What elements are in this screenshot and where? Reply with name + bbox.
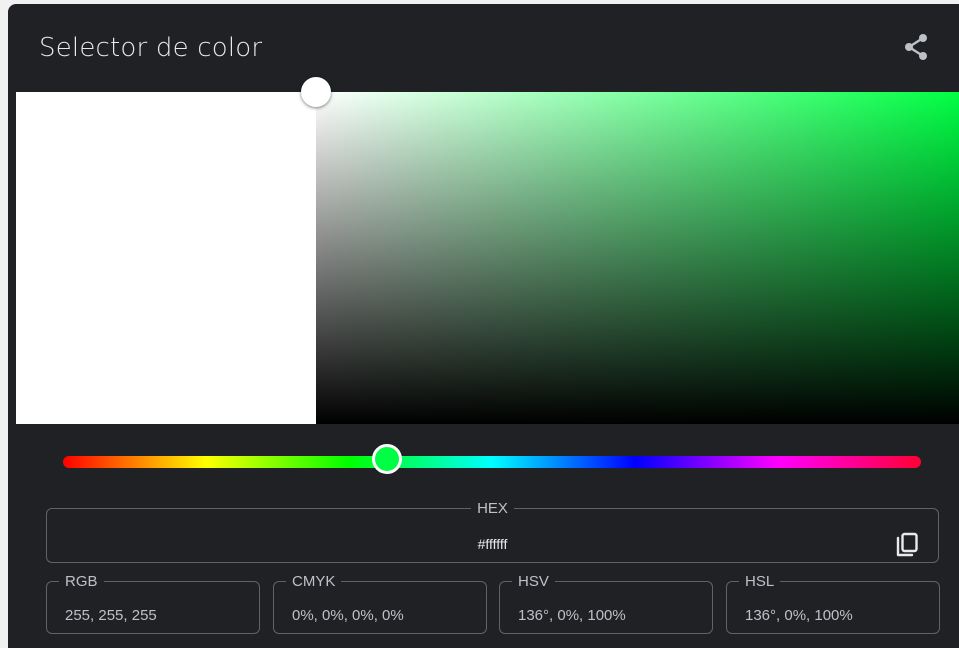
hsv-field[interactable]: HSV 136°, 0%, 100% <box>499 574 713 634</box>
rgb-field[interactable]: RGB 255, 255, 255 <box>46 574 260 634</box>
saturation-value-area[interactable] <box>316 92 959 424</box>
hsl-value[interactable]: 136°, 0%, 100% <box>745 607 853 624</box>
rgb-value[interactable]: 255, 255, 255 <box>65 607 157 624</box>
rgb-label: RGB <box>65 573 98 590</box>
hex-value[interactable]: #ffffff <box>47 536 938 552</box>
cmyk-value[interactable]: 0%, 0%, 0%, 0% <box>292 607 404 624</box>
hue-slider[interactable] <box>63 456 921 468</box>
widget-title: Selector de color <box>39 33 263 63</box>
hue-slider-handle[interactable] <box>372 444 402 474</box>
color-picker-card: Selector de color HEX #ffffff RGB 255, 2… <box>8 4 959 648</box>
hsv-value[interactable]: 136°, 0%, 100% <box>518 607 626 624</box>
hex-label: HEX <box>477 500 508 517</box>
cmyk-label: CMYK <box>292 573 336 590</box>
hsl-field[interactable]: HSL 136°, 0%, 100% <box>726 574 940 634</box>
hsv-label: HSV <box>518 573 549 590</box>
hex-field[interactable]: HEX #ffffff <box>46 501 939 563</box>
color-preview <box>16 92 316 424</box>
cmyk-field[interactable]: CMYK 0%, 0%, 0%, 0% <box>273 574 487 634</box>
copy-icon[interactable] <box>893 531 921 559</box>
hsl-label: HSL <box>745 573 775 590</box>
saturation-value-handle[interactable] <box>301 77 331 107</box>
share-icon[interactable] <box>901 32 931 62</box>
